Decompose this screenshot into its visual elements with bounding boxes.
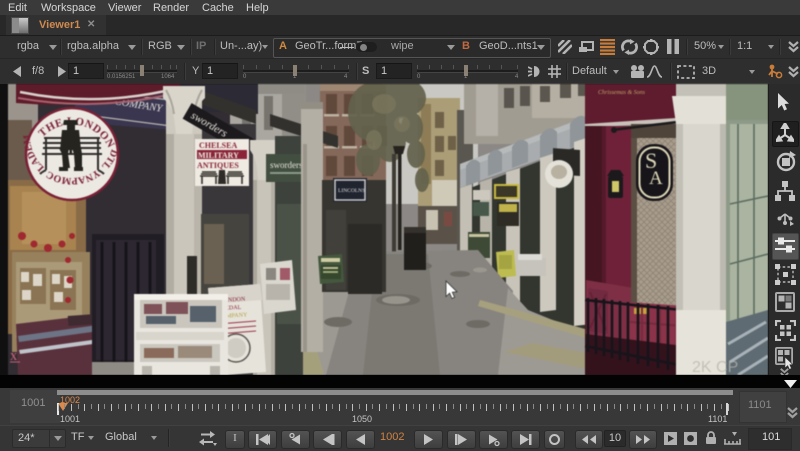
svg-text:sworders: sworders bbox=[270, 160, 303, 170]
svg-text:LINCOLNS: LINCOLNS bbox=[338, 188, 365, 194]
svg-text:A: A bbox=[649, 168, 663, 189]
svg-text:X: X bbox=[10, 352, 18, 363]
svg-text:ANTIQUES: ANTIQUES bbox=[197, 161, 239, 170]
svg-text:CHELSEA: CHELSEA bbox=[199, 141, 237, 150]
svg-text:MILITARY: MILITARY bbox=[198, 151, 239, 160]
svg-text:2K CP: 2K CP bbox=[692, 359, 738, 375]
svg-text:Chrissemas & Sons: Chrissemas & Sons bbox=[598, 90, 646, 96]
